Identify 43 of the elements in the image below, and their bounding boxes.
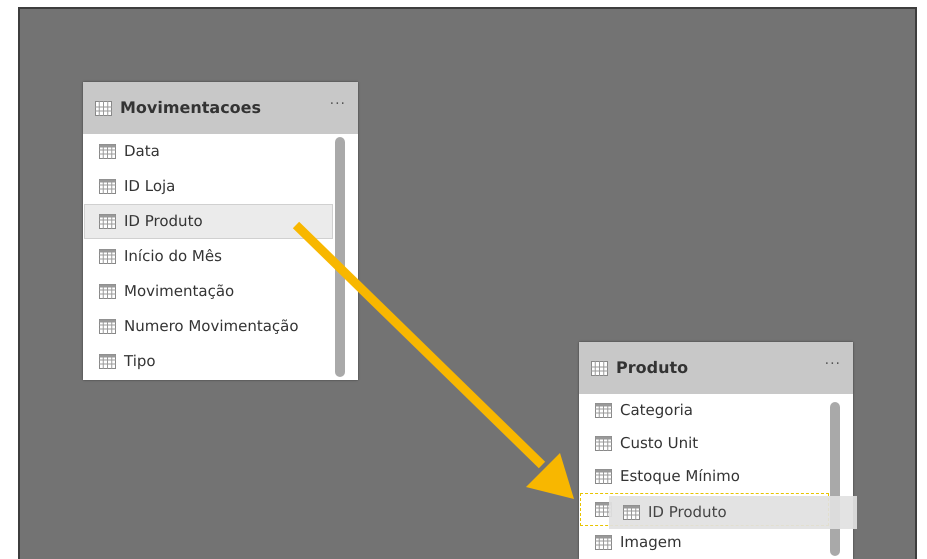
field-row[interactable]: Imagem: [580, 526, 828, 559]
field-icon: [623, 505, 640, 520]
field-icon: [99, 214, 116, 229]
field-name: Numero Movimentação: [124, 316, 299, 338]
field-icon: [595, 403, 612, 418]
field-name: ID Produto: [124, 211, 203, 232]
more-options-button[interactable]: ···: [824, 354, 841, 375]
field-icon: [99, 319, 116, 334]
field-icon: [99, 249, 116, 264]
more-options-button[interactable]: ···: [330, 94, 346, 115]
field-icon: [595, 469, 612, 484]
field-row[interactable]: Início do Mês: [84, 239, 333, 274]
field-icon: [595, 535, 612, 550]
field-row[interactable]: ID Produto: [84, 204, 333, 239]
field-name: ID Produto: [648, 502, 727, 524]
field-row[interactable]: Numero Movimentação: [84, 309, 333, 344]
field-name: Data: [124, 141, 160, 162]
field-row[interactable]: ID Loja: [84, 169, 333, 204]
table-title: Produto: [616, 357, 688, 379]
field-row[interactable]: Estoque Mínimo: [580, 460, 828, 493]
table-title: Movimentacoes: [120, 97, 262, 119]
table-icon: [591, 360, 608, 376]
field-icon: [99, 179, 116, 194]
table-card[interactable]: Movimentacoes ··· Data ID Loja ID Produto Início do Mês Movimentação Numero Movimentação Tipo: [83, 82, 358, 380]
field-name: Imagem: [620, 532, 682, 554]
field-name: Categoria: [620, 400, 694, 422]
field-icon: [99, 144, 116, 159]
field-row[interactable]: Tipo: [84, 344, 333, 379]
field-row[interactable]: Categoria: [580, 394, 828, 427]
field-name: Movimentação: [124, 281, 234, 302]
field-name: Estoque Mínimo: [620, 466, 740, 488]
scrollbar[interactable]: [335, 137, 345, 377]
field-icon: [99, 284, 116, 299]
field-row[interactable]: Custo Unit: [580, 427, 828, 460]
field-row[interactable]: Data: [84, 134, 333, 169]
table-icon: [95, 100, 112, 116]
field-name: ID Loja: [124, 176, 176, 198]
field-name: Custo Unit: [620, 433, 698, 454]
field-icon: [99, 354, 116, 369]
field-icon: [595, 436, 612, 451]
field-name: Tipo: [124, 351, 156, 372]
field-name: Início do Mês: [124, 246, 222, 268]
field-row[interactable]: Movimentação: [84, 274, 333, 309]
